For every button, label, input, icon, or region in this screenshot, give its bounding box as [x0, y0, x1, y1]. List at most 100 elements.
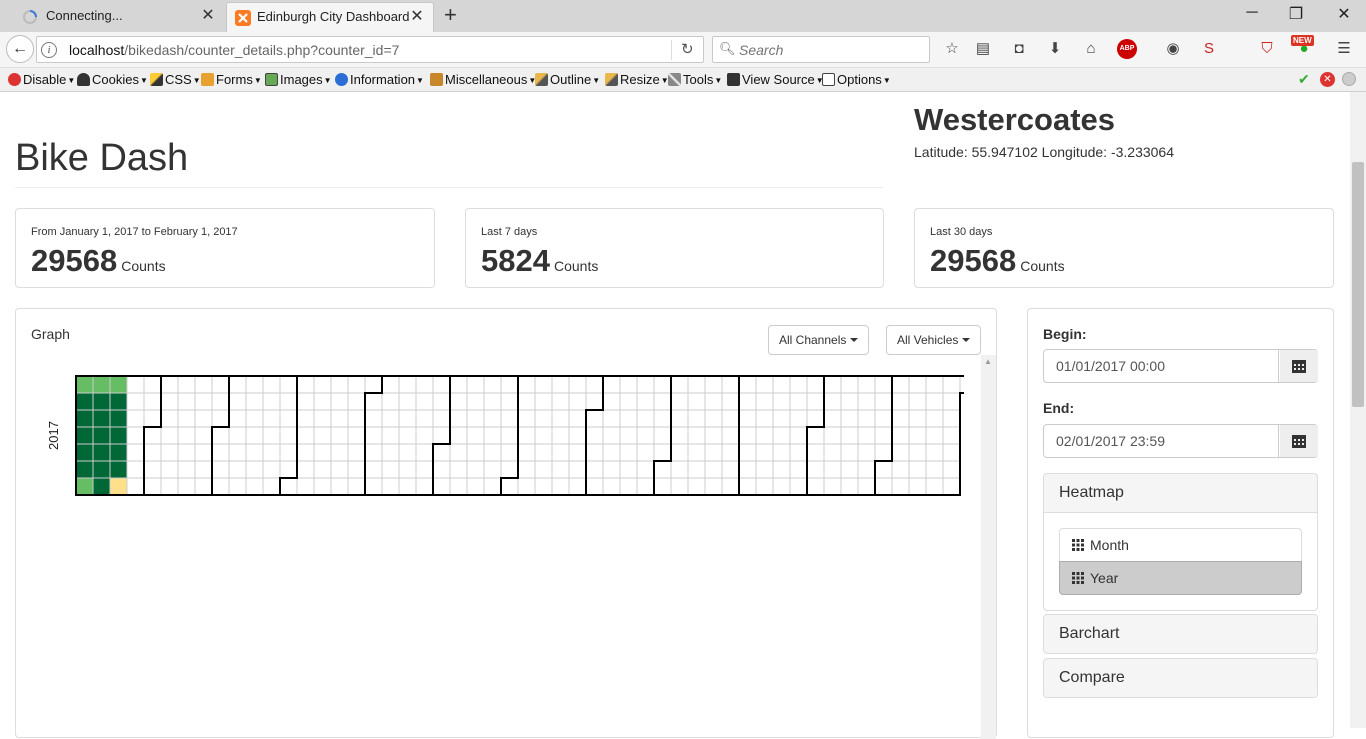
graph-scrollbar[interactable]: ▲ — [981, 355, 996, 739]
url-bar[interactable]: i localhost/bikedash/counter_details.php… — [36, 36, 704, 63]
search-input[interactable] — [737, 40, 923, 59]
heatmap-day-cell — [874, 443, 893, 462]
close-tab-icon[interactable]: ✕ — [409, 9, 425, 25]
browser-nav-bar: ← i localhost/bikedash/counter_details.p… — [0, 32, 1366, 68]
heatmap-month-option[interactable]: Month — [1059, 528, 1302, 562]
heatmap-day-cell — [738, 409, 757, 428]
toolbar-forms[interactable]: Forms▼ — [201, 72, 262, 87]
heatmap-day-cell — [160, 392, 179, 411]
heatmap-day-cell — [653, 443, 672, 462]
heatmap-day-cell — [823, 375, 842, 394]
heatmap-day-cell — [126, 477, 145, 496]
heatmap-day-cell — [772, 409, 791, 428]
close-tab-icon[interactable]: ✕ — [200, 8, 216, 24]
toolbar-tools[interactable]: Tools▼ — [668, 72, 722, 87]
heatmap-options: Month Year — [1044, 512, 1317, 610]
site-info-icon[interactable]: i — [41, 42, 57, 58]
begin-calendar-button[interactable] — [1280, 350, 1318, 382]
tab-connecting[interactable]: Connecting... ✕ — [0, 2, 226, 32]
heatmap-day-cell — [211, 409, 230, 428]
minimize-icon[interactable]: ─ — [1242, 4, 1262, 22]
channels-dropdown[interactable]: All Channels — [768, 325, 870, 355]
heatmap-day-cell — [398, 477, 417, 496]
heatmap-day-cell — [177, 375, 196, 394]
heatmap-day-cell — [789, 392, 808, 411]
shield-icon[interactable]: ⛉ — [1257, 39, 1277, 59]
restore-icon[interactable]: ❐ — [1286, 4, 1306, 24]
reload-icon[interactable]: ↻ — [681, 40, 694, 58]
new-tab-icon[interactable]: + — [444, 4, 457, 26]
end-calendar-button[interactable] — [1280, 425, 1318, 457]
toolbar-outline[interactable]: Outline▼ — [535, 72, 600, 87]
toolbar-resize[interactable]: Resize▼ — [605, 72, 669, 87]
end-date-input[interactable] — [1044, 425, 1279, 457]
graph-panel: Graph All Channels All Vehicles 2017 ▲ — [15, 308, 997, 739]
adblock-icon[interactable]: ABP — [1117, 39, 1137, 59]
heatmap-day-cell — [228, 443, 247, 462]
calendar-icon — [1292, 360, 1306, 373]
toolbar-css[interactable]: CSS▼ — [150, 72, 201, 87]
heatmap-day-cell — [75, 409, 94, 428]
heatmap-day-cell — [415, 443, 434, 462]
search-bar[interactable]: 🔍︎ — [712, 36, 930, 63]
heatmap-day-cell — [517, 375, 536, 394]
heatmap-day-cell — [177, 426, 196, 445]
menu-icon[interactable]: ☰ — [1334, 39, 1354, 59]
heatmap-day-cell — [534, 477, 553, 496]
valid-check-icon[interactable]: ✔ — [1298, 72, 1310, 86]
begin-date-input[interactable] — [1044, 350, 1279, 382]
heatmap-year-option[interactable]: Year — [1059, 561, 1302, 595]
heatmap-day-cell — [738, 375, 757, 394]
page-scrollbar[interactable] — [1350, 92, 1366, 728]
heatmap-day-cell — [75, 392, 94, 411]
reading-list-icon[interactable]: ▤ — [973, 39, 993, 59]
heatmap-day-cell — [585, 392, 604, 411]
heatmap-day-cell — [143, 443, 162, 462]
toolbar-images[interactable]: Images▼ — [265, 72, 332, 87]
color-picker-icon[interactable]: ◉ — [1163, 39, 1183, 59]
heatmap-day-cell — [483, 392, 502, 411]
heatmap-day-cell — [177, 392, 196, 411]
scroll-up-icon[interactable]: ▲ — [984, 357, 992, 366]
url-text[interactable]: localhost/bikedash/counter_details.php?c… — [69, 42, 399, 58]
tab-edinburgh-dashboard[interactable]: Edinburgh City Dashboard ✕ — [226, 2, 434, 32]
heatmap-day-cell — [160, 477, 179, 496]
compare-accordion-header[interactable]: Compare — [1044, 659, 1317, 697]
home-icon[interactable]: ⌂ — [1081, 39, 1101, 59]
pocket-icon[interactable]: ◘ — [1009, 39, 1029, 59]
heatmap-day-cell — [160, 460, 179, 479]
toolbar-disable[interactable]: Disable▼ — [8, 72, 75, 87]
css-icon — [150, 73, 163, 86]
back-arrow-icon[interactable]: ← — [6, 35, 34, 63]
status-icon[interactable] — [1342, 72, 1356, 86]
toolbar-miscellaneous[interactable]: Miscellaneous▼ — [430, 72, 536, 87]
heatmap-day-cell — [891, 460, 910, 479]
barchart-accordion-header[interactable]: Barchart — [1044, 615, 1317, 653]
heatmap-day-cell — [874, 375, 893, 394]
toolbar-information[interactable]: Information▼ — [335, 72, 424, 87]
heatmap-day-cell — [755, 426, 774, 445]
heatmap-day-cell — [908, 460, 927, 479]
heatmap-day-cell — [891, 443, 910, 462]
error-icon[interactable]: ✕ — [1320, 72, 1335, 87]
heatmap-day-cell — [160, 409, 179, 428]
heatmap-day-cell — [75, 426, 94, 445]
heatmap-day-cell — [789, 375, 808, 394]
heatmap-day-cell — [449, 409, 468, 428]
toolbar-options[interactable]: Options▼ — [822, 72, 891, 87]
window-close-icon[interactable]: ✕ — [1334, 4, 1354, 24]
heatmap-day-cell — [925, 443, 944, 462]
heatmap-day-cell — [381, 460, 400, 479]
heatmap-day-cell — [806, 392, 825, 411]
download-icon[interactable]: ⬇ — [1045, 39, 1065, 59]
toolbar-view-source[interactable]: View Source▼ — [727, 72, 824, 87]
bookmark-star-icon[interactable]: ☆ — [942, 39, 962, 59]
heatmap-day-cell — [126, 426, 145, 445]
vehicles-dropdown[interactable]: All Vehicles — [886, 325, 982, 355]
heatmap-day-cell — [245, 409, 264, 428]
grid-icon — [1072, 539, 1084, 551]
s-extension-icon[interactable]: S — [1199, 39, 1219, 59]
page-scrollbar-thumb[interactable] — [1352, 162, 1364, 407]
toolbar-cookies[interactable]: Cookies▼ — [77, 72, 148, 87]
heatmap-accordion-header[interactable]: Heatmap — [1044, 474, 1317, 512]
